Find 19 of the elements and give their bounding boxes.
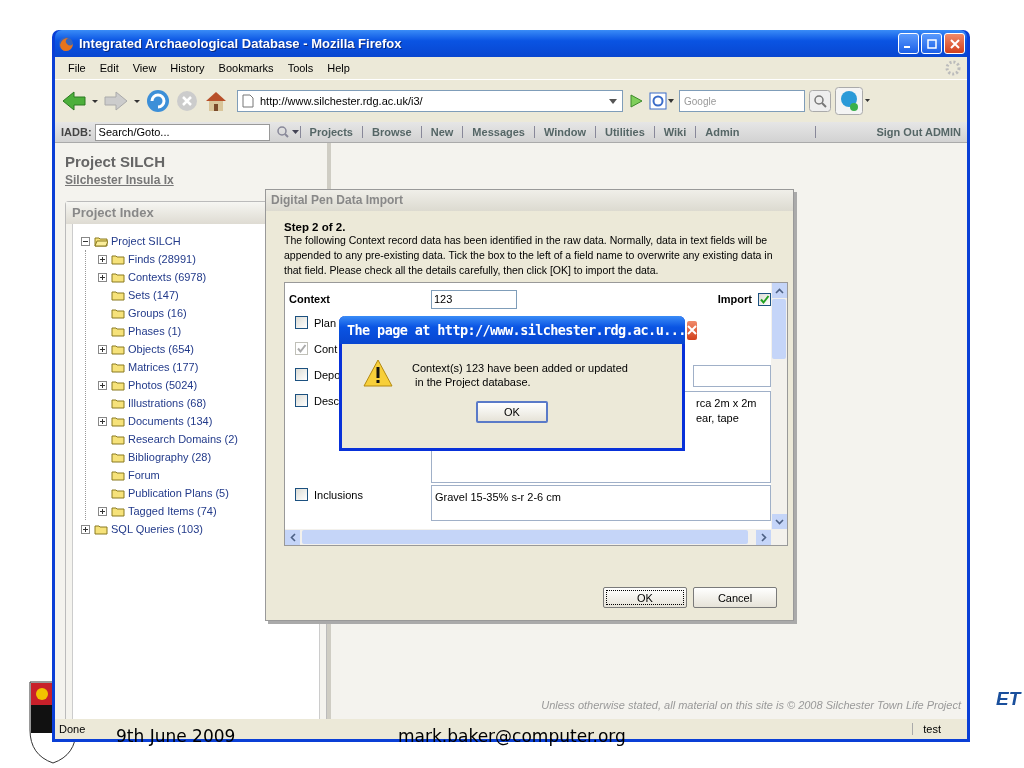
site-label: IADB: <box>61 126 92 138</box>
logo-text: ET <box>996 688 1021 710</box>
field-label: Plan <box>314 316 337 329</box>
dialog-title: Digital Pen Data Import <box>271 193 404 207</box>
panel-title: Project Index <box>72 205 154 220</box>
window-title: Integrated Archaeological Database - Mozilla Firefox <box>79 36 402 51</box>
status-text: test <box>912 723 941 735</box>
copyright-text: Unless otherwise stated, all material on this site is © 2008 Silchester Town Life Project <box>541 699 961 711</box>
alert-message: Context(s) 123 have been added or updated in the Project database. <box>412 361 628 389</box>
project-title: Project SILCH <box>65 153 167 170</box>
alert-title: The page at http://www.silchester.rdg.ac.u... <box>347 322 686 338</box>
field-label: Import <box>717 293 752 305</box>
field-label: Cont <box>314 342 338 355</box>
field-label: Inclusions <box>314 488 363 501</box>
instructions-text: The following Context record data has been identified in the raw data. Normally, data in text fields will be appended to any pre-existing data. Tick the box to the left of a field name to overwrite any existing data in that field. Please check all the details carefully, then click [OK] to import the data. <box>284 233 774 278</box>
field-label: Context <box>289 293 331 305</box>
field-label: Desc <box>314 394 340 407</box>
status-text: Done <box>59 723 86 735</box>
step-heading: Step 2 of 2. <box>284 221 347 233</box>
